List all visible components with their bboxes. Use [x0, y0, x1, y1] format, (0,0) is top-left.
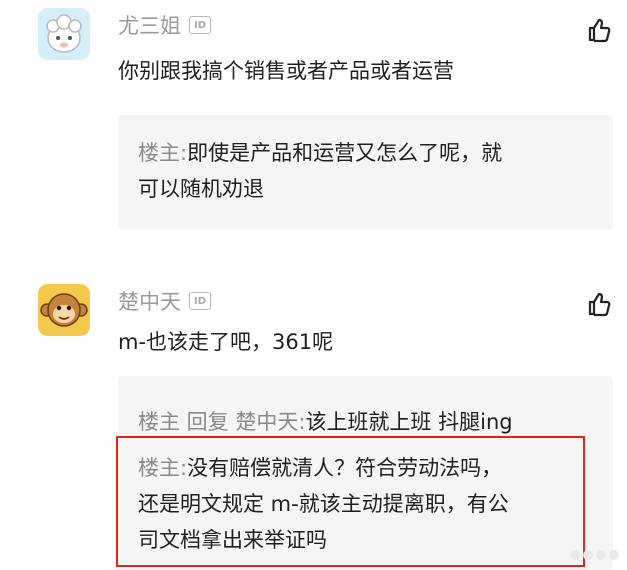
reply-author: 楼主 回复 楚中天:: [138, 410, 306, 434]
reply-text-continued: 还是明文规定 m-就该主动提离职，有公: [138, 492, 509, 516]
reply-text: 该上班就上班 抖腿ing: [305, 410, 513, 434]
watermark: [570, 550, 619, 560]
reply-item: 楼主:没有赔偿就清人？符合劳动法吗，: [138, 450, 565, 486]
reply-list: 楼主 回复 楚中天:该上班就上班 抖腿ing 楼主:没有赔偿就清人？符合劳动法吗…: [116, 376, 613, 570]
reply-text: 没有赔偿就清人？符合劳动法吗，: [187, 456, 503, 480]
comment-item: 楚中天 ID m-也该走了吧，361呢 楼主 回复 楚中天:该上班就上班 抖腿i…: [0, 0, 627, 570]
monkey-avatar-icon: [38, 284, 90, 336]
comment-text: m-也该走了吧，361呢: [118, 330, 334, 354]
reply-item[interactable]: 楼主 回复 楚中天:该上班就上班 抖腿ing: [138, 404, 513, 440]
reply-author: 楼主:: [138, 456, 188, 480]
thumbs-up-icon[interactable]: [585, 290, 613, 318]
comment-header: 楚中天 ID: [118, 286, 211, 316]
highlighted-reply[interactable]: 楼主:没有赔偿就清人？符合劳动法吗， 还是明文规定 m-就该主动提离职，有公 司…: [116, 436, 585, 567]
reply-text-continued: 司文档拿出来举证吗: [138, 528, 327, 552]
id-badge: ID: [189, 292, 211, 310]
username[interactable]: 楚中天: [118, 286, 181, 316]
avatar[interactable]: [38, 284, 90, 336]
